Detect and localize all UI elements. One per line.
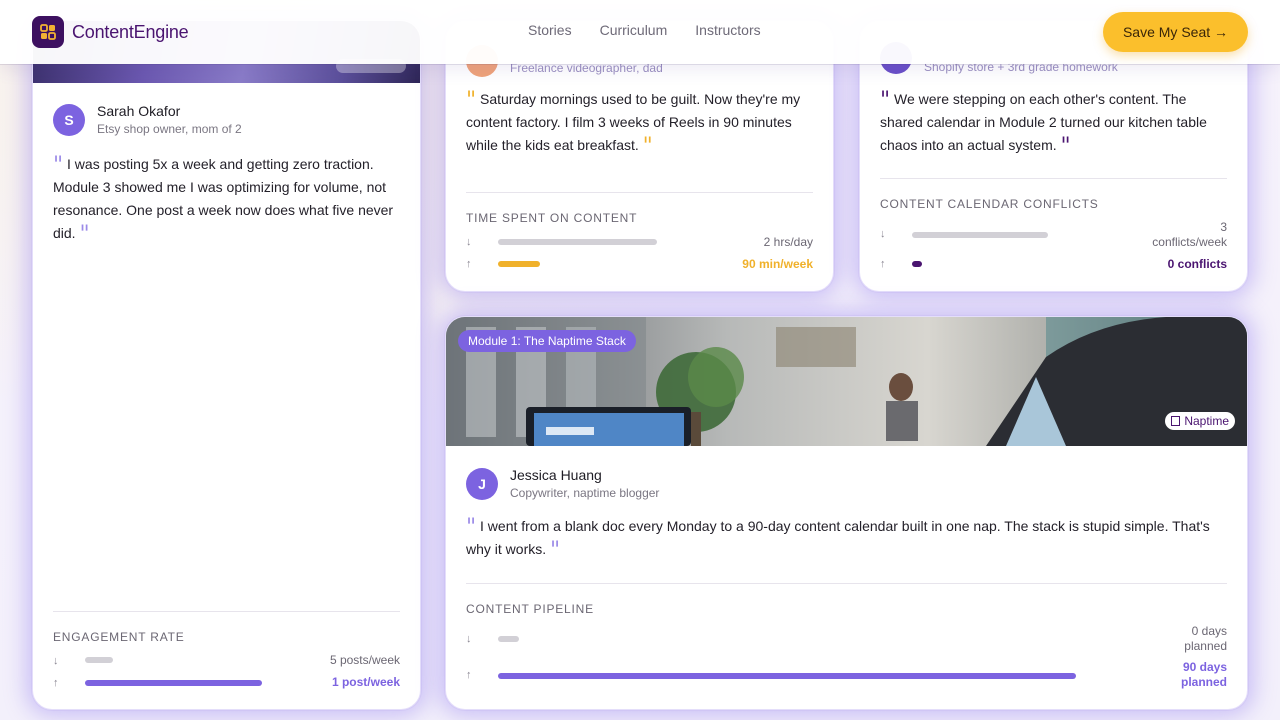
down-arrow-icon: ↓ [466,236,472,248]
open-quote-icon: " [466,515,477,540]
quote-text: I went from a blank doc every Monday to … [466,518,1210,557]
before-value-number: 0 days [1191,624,1227,638]
down-arrow-icon: ↓ [466,633,472,645]
down-arrow-icon: ↓ [53,655,59,667]
down-arrow-icon: ↓ [880,228,886,240]
testimonial-quote: " We were stepping on each other's conte… [880,88,1230,159]
before-value-unit: planned [1184,639,1227,653]
divider [53,611,400,612]
quote-text: We were stepping on each other's content… [880,91,1207,153]
divider [466,192,813,193]
author-name: Sarah Okafor [97,103,181,119]
author-role: Etsy shop owner, mom of 2 [97,122,242,136]
metric-title: TIME SPENT ON CONTENT [466,211,638,225]
after-bar [85,680,262,686]
before-value-unit: conflicts/week [1152,235,1227,249]
testimonial-card-sarah: S Sarah Okafor Etsy shop owner, mom of 2… [32,20,421,710]
before-value-number: 3 [1220,220,1227,234]
author: J Jessica Huang Copywriter, naptime blog… [466,466,659,501]
author-name: Jessica Huang [510,467,602,483]
close-quote-icon: " [79,222,90,247]
after-value-number: 90 days [1182,660,1227,674]
before-bar [498,636,519,642]
brand-logo[interactable]: ContentEngine [32,16,189,48]
open-quote-icon: " [466,88,477,113]
after-bar [498,261,540,267]
nav-stories[interactable]: Stories [528,22,572,38]
divider [880,178,1227,179]
naptime-tag-label: Naptime [1184,414,1229,428]
up-arrow-icon: ↑ [466,258,472,270]
testimonial-quote: " I went from a blank doc every Monday t… [466,515,1231,563]
after-value: 90 min/week [742,257,813,271]
before-value: 2 hrs/day [763,235,813,249]
metric-title: CONTENT PIPELINE [466,602,594,616]
quote-text: Saturday mornings used to be guilt. Now … [466,91,801,153]
after-value: 1 post/week [331,675,400,689]
after-value: 0 conflicts [1167,257,1227,271]
open-quote-icon: " [880,88,891,113]
avatar: S [53,103,85,136]
before-bar [912,232,1049,238]
up-arrow-icon: ↑ [880,258,886,270]
avatar: J [466,467,498,500]
moon-icon [1171,416,1181,426]
before-value: 3 conflicts/week [1152,220,1227,250]
before-value: 5 posts/week [329,653,400,667]
after-bar [912,261,923,267]
before-bar [85,657,113,663]
logo-grid-icon [32,16,64,48]
after-value-unit: planned [1180,675,1227,689]
after-bar [498,673,1077,679]
naptime-tag: Naptime [1165,412,1235,430]
close-quote-icon: " [1060,134,1071,159]
module-badge: Module 1: The Naptime Stack [458,330,636,352]
close-quote-icon: " [642,134,653,159]
before-bar [498,239,657,245]
save-seat-button[interactable]: Save My Seat → [1103,12,1248,52]
testimonial-card-jessica: Module 1: The Naptime Stack Naptime J Je… [445,316,1248,710]
before-value: 0 days planned [1184,624,1227,654]
quote-text: I was posting 5x a week and getting zero… [53,156,394,241]
close-quote-icon: " [550,538,561,563]
testimonial-quote: " I was posting 5x a week and getting ze… [53,153,405,247]
metric-title: ENGAGEMENT RATE [53,630,185,644]
up-arrow-icon: ↑ [53,677,59,689]
up-arrow-icon: ↑ [466,669,472,681]
metric-title: CONTENT CALENDAR CONFLICTS [880,197,1099,211]
main-nav: Stories Curriculum Instructors [528,22,761,38]
open-quote-icon: " [53,153,64,178]
after-value: 90 days planned [1181,660,1227,690]
testimonial-quote: " Saturday mornings used to be guilt. No… [466,88,816,159]
site-header: ContentEngine Stories Curriculum Instruc… [0,0,1280,64]
divider [466,583,1227,584]
brand-name: ContentEngine [72,21,189,42]
nav-instructors[interactable]: Instructors [695,22,760,38]
author: S Sarah Okafor Etsy shop owner, mom of 2 [53,102,242,137]
author-role: Copywriter, naptime blogger [510,486,660,500]
nav-curriculum[interactable]: Curriculum [600,22,668,38]
